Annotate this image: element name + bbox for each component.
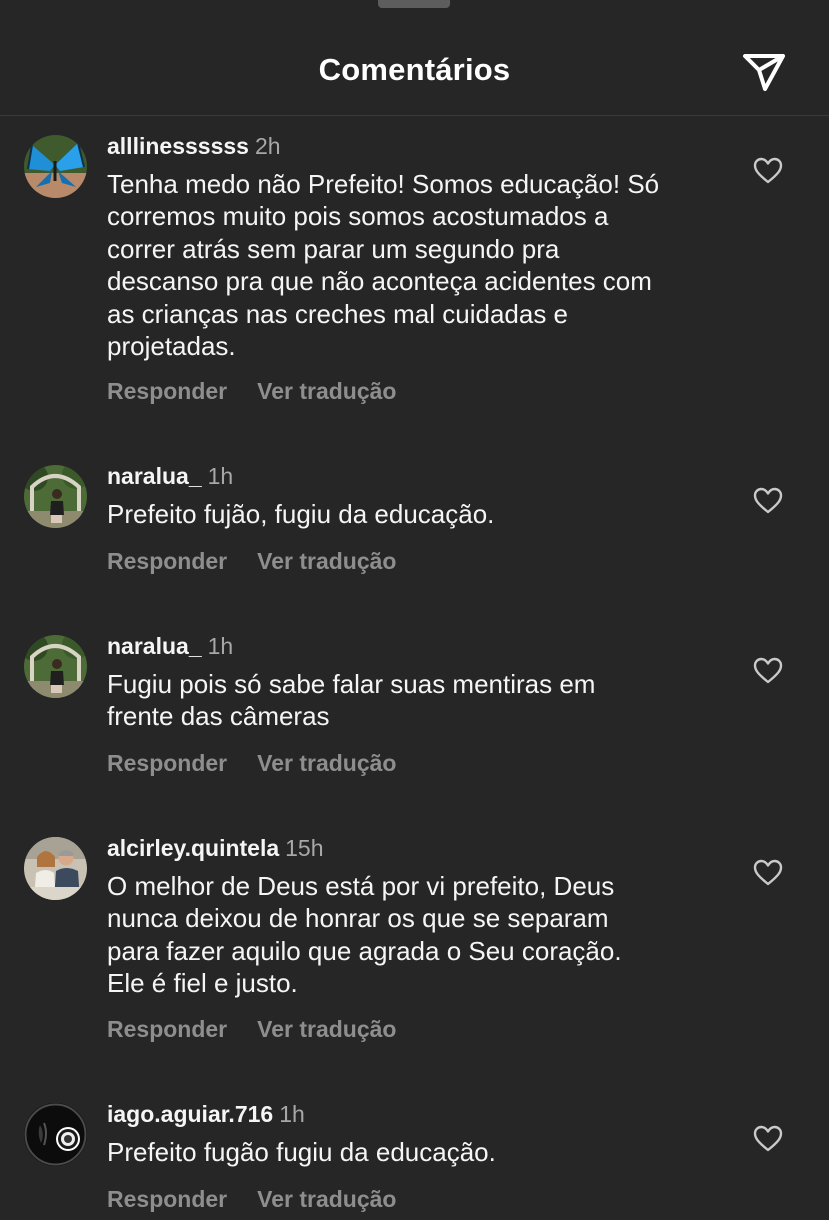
comment-text: Prefeito fugão fugiu da educação. [107, 1137, 496, 1167]
comment-time: 1h [207, 633, 234, 659]
garden-photo-avatar[interactable] [24, 465, 87, 528]
translate-button[interactable]: Ver tradução [257, 1186, 396, 1212]
translate-button[interactable]: Ver tradução [257, 548, 396, 574]
comment-text: Tenha medo não Prefeito! Somos educação!… [107, 169, 660, 362]
reply-button[interactable]: Responder [107, 378, 227, 404]
share-button[interactable] [738, 48, 790, 96]
butterfly-avatar[interactable] [24, 135, 87, 198]
comment-username[interactable]: naralua_ [107, 633, 202, 659]
comment-username[interactable]: alllinessssss [107, 133, 249, 159]
comment-time: 1h [279, 1101, 305, 1127]
comment-actions: Responder Ver tradução [107, 1014, 396, 1044]
translate-button[interactable]: Ver tradução [257, 750, 396, 776]
emblem-avatar[interactable] [24, 1103, 87, 1166]
comment-actions: Responder Ver tradução [107, 1184, 396, 1214]
comment-actions: Responder Ver tradução [107, 748, 396, 778]
reply-button[interactable]: Responder [107, 750, 227, 776]
comment-time: 1h [207, 463, 234, 489]
comment-meta: naralua_ 1h [107, 461, 233, 491]
comment-meta: naralua_ 1h [107, 631, 233, 661]
heart-icon[interactable] [752, 857, 784, 887]
comment-actions: Responder Ver tradução [107, 376, 396, 406]
comment-username[interactable]: iago.aguiar.716 [107, 1101, 273, 1127]
comment-text: Prefeito fujão, fugiu da educação. [107, 499, 495, 529]
heart-icon[interactable] [752, 485, 784, 515]
reply-button[interactable]: Responder [107, 1186, 227, 1212]
comment-actions: Responder Ver tradução [107, 546, 396, 576]
comments-header: Comentários [0, 0, 829, 116]
heart-icon[interactable] [752, 1123, 784, 1153]
couple-photo-avatar[interactable] [24, 837, 87, 900]
comment-text: O melhor de Deus está por vi prefeito, D… [107, 871, 622, 999]
comment-username[interactable]: alcirley.quintela [107, 835, 279, 861]
comment-time: 2h [254, 133, 281, 159]
comment-meta: iago.aguiar.716 1h [107, 1099, 305, 1129]
comment-text: Fugiu pois só sabe falar suas mentiras e… [107, 669, 596, 732]
reply-button[interactable]: Responder [107, 1016, 227, 1042]
reply-button[interactable]: Responder [107, 548, 227, 574]
garden-photo-avatar[interactable] [24, 635, 87, 698]
translate-button[interactable]: Ver tradução [257, 378, 396, 404]
paper-plane-icon [743, 54, 785, 91]
heart-icon[interactable] [752, 155, 784, 185]
comment-meta: alcirley.quintela 15h [107, 833, 324, 863]
heart-icon[interactable] [752, 655, 784, 685]
page-title: Comentários [318, 52, 511, 87]
comment-time: 15h [285, 835, 324, 861]
comment-meta: alllinessssss 2h [107, 131, 281, 161]
translate-button[interactable]: Ver tradução [257, 1016, 396, 1042]
comment-username[interactable]: naralua_ [107, 463, 202, 489]
